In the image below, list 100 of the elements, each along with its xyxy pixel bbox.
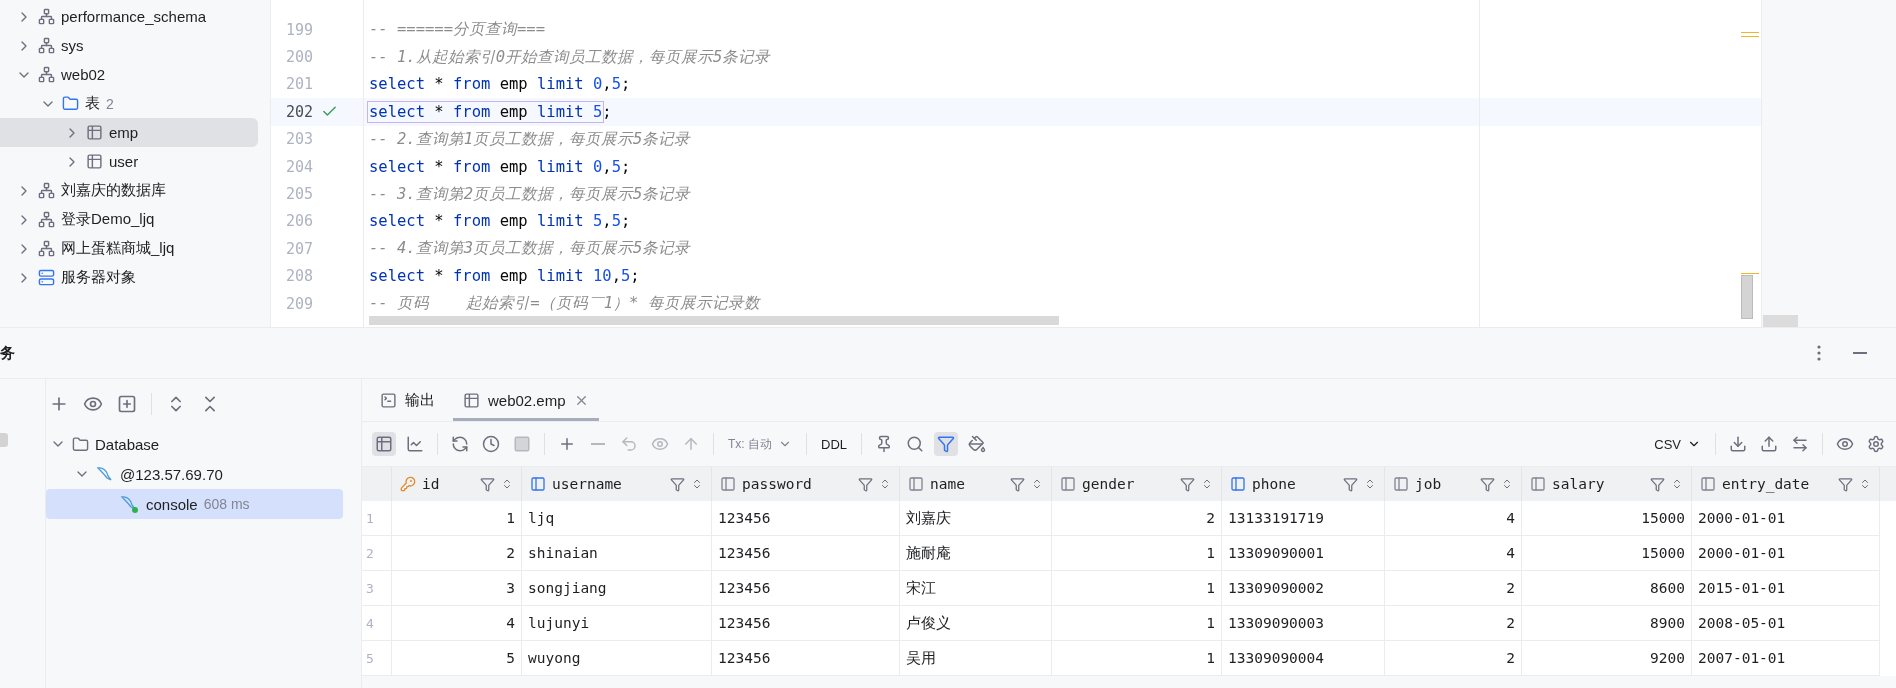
- table-view-button[interactable]: [372, 432, 396, 456]
- code-line: -- 页码 起始索引=（页码￣1）* 每页展示记录数: [369, 293, 760, 315]
- tab[interactable]: 输出: [370, 379, 445, 421]
- tab[interactable]: web02.emp: [453, 379, 599, 421]
- line-number: 206: [284, 212, 313, 231]
- column-header[interactable]: id: [392, 467, 522, 501]
- table-cell: 13309090004: [1222, 641, 1385, 676]
- execution-time: 608 ms: [203, 496, 250, 512]
- filter-icon[interactable]: [1180, 476, 1195, 492]
- column-header[interactable]: phone: [1222, 467, 1385, 501]
- line-number: 209: [284, 294, 313, 313]
- filter-icon[interactable]: [1480, 476, 1495, 492]
- ddl-button[interactable]: DDL: [817, 433, 851, 455]
- column-header[interactable]: entry_date: [1692, 467, 1880, 501]
- server-icon: [38, 269, 55, 286]
- tree-item[interactable]: 网上蛋糕商城_ljq: [0, 234, 258, 263]
- sort-icon[interactable]: [501, 478, 513, 490]
- table-cell: 2: [1385, 571, 1522, 606]
- sort-icon[interactable]: [1201, 478, 1213, 490]
- vertical-scrollbar[interactable]: [1741, 275, 1753, 319]
- column-header[interactable]: gender: [1052, 467, 1222, 501]
- line-number: 200: [284, 48, 313, 67]
- sort-icon[interactable]: [879, 478, 891, 490]
- line-number: 202: [284, 102, 313, 121]
- column-name: id: [422, 476, 441, 492]
- tree-item[interactable]: web02: [0, 60, 258, 89]
- tree-item[interactable]: sys: [0, 31, 258, 60]
- column-header[interactable]: salary: [1522, 467, 1692, 501]
- dolphin-icon: [120, 494, 140, 514]
- export-format-dropdown[interactable]: CSV: [1650, 433, 1705, 455]
- sort-icon[interactable]: [1671, 478, 1683, 490]
- table-cell: 4: [392, 606, 522, 641]
- column-icon: [1230, 476, 1246, 492]
- transaction-mode-dropdown[interactable]: Tx: 自动: [724, 432, 796, 456]
- row-number: 1: [362, 501, 392, 536]
- table-cell: 8900: [1522, 606, 1692, 641]
- database-icon: [38, 240, 55, 257]
- column-header[interactable]: password: [712, 467, 900, 501]
- sort-icon[interactable]: [691, 478, 703, 490]
- undo-icon: [620, 435, 638, 453]
- line-number: 205: [284, 185, 313, 204]
- tree-item-label: user: [109, 153, 139, 170]
- filter-button[interactable]: [934, 432, 958, 456]
- tree-item[interactable]: performance_schema: [0, 2, 258, 31]
- table-cell: 123456: [712, 606, 900, 641]
- table-cell: lujunyi: [522, 606, 712, 641]
- filter-icon[interactable]: [1343, 476, 1358, 492]
- table-cell: 3: [392, 571, 522, 606]
- sort-icon[interactable]: [1031, 478, 1043, 490]
- table-icon: [86, 124, 103, 141]
- table-cell: 123456: [712, 501, 900, 536]
- filter-icon[interactable]: [480, 476, 495, 492]
- tree-item[interactable]: 刘嘉庆的数据库: [0, 176, 258, 205]
- tree-item[interactable]: user: [0, 147, 258, 176]
- tree-item[interactable]: console 608 ms: [46, 489, 343, 519]
- code-line: select * from emp limit 0,5;: [369, 157, 631, 176]
- column-header[interactable]: name: [900, 467, 1052, 501]
- column-icon: [908, 476, 924, 492]
- column-name: name: [930, 476, 966, 492]
- table-cell: 5: [392, 641, 522, 676]
- sort-icon[interactable]: [1501, 478, 1513, 490]
- table-icon: [463, 391, 480, 409]
- scrollbar-corner: [1763, 315, 1798, 327]
- tree-item[interactable]: Database: [46, 429, 343, 459]
- table-cell: 宋江: [900, 571, 1052, 606]
- key-icon: [400, 476, 416, 492]
- sort-icon[interactable]: [1364, 478, 1376, 490]
- database-icon: [38, 211, 55, 228]
- table-cell: 2: [1385, 641, 1522, 676]
- filter-icon[interactable]: [1650, 476, 1665, 492]
- filter-icon[interactable]: [858, 476, 873, 492]
- code-line: -- ======分页查询===: [369, 19, 545, 41]
- line-number: 199: [284, 20, 313, 39]
- line-number: 208: [284, 267, 313, 286]
- column-header[interactable]: username: [522, 467, 712, 501]
- more-icon: [1817, 345, 1821, 361]
- table-cell: 4: [1385, 536, 1522, 571]
- table-cell: 9200: [1522, 641, 1692, 676]
- refresh-icon: [451, 435, 469, 453]
- column-header[interactable]: job: [1385, 467, 1522, 501]
- dolphin-icon: [96, 465, 114, 483]
- database-icon: [38, 66, 55, 83]
- code-line: select * from emp limit 0,5;: [369, 75, 631, 94]
- row-number: 5: [362, 641, 392, 676]
- download-icon: [1729, 435, 1747, 453]
- tree-item[interactable]: emp: [0, 118, 258, 147]
- filter-icon[interactable]: [1838, 476, 1853, 492]
- tree-item[interactable]: 服务器对象: [0, 263, 258, 292]
- tree-item[interactable]: 表 2: [0, 89, 258, 118]
- table-cell: 123456: [712, 641, 900, 676]
- column-icon: [720, 476, 736, 492]
- column-icon: [1060, 476, 1076, 492]
- horizontal-scrollbar[interactable]: [369, 316, 1059, 325]
- filter-icon[interactable]: [670, 476, 685, 492]
- tree-item[interactable]: 登录Demo_ljq: [0, 205, 258, 234]
- filter-icon[interactable]: [1010, 476, 1025, 492]
- tree-item-label: 服务器对象: [61, 268, 136, 287]
- table-cell: 13133191719: [1222, 501, 1385, 536]
- tree-item[interactable]: @123.57.69.70: [46, 459, 343, 489]
- sort-icon[interactable]: [1859, 478, 1871, 490]
